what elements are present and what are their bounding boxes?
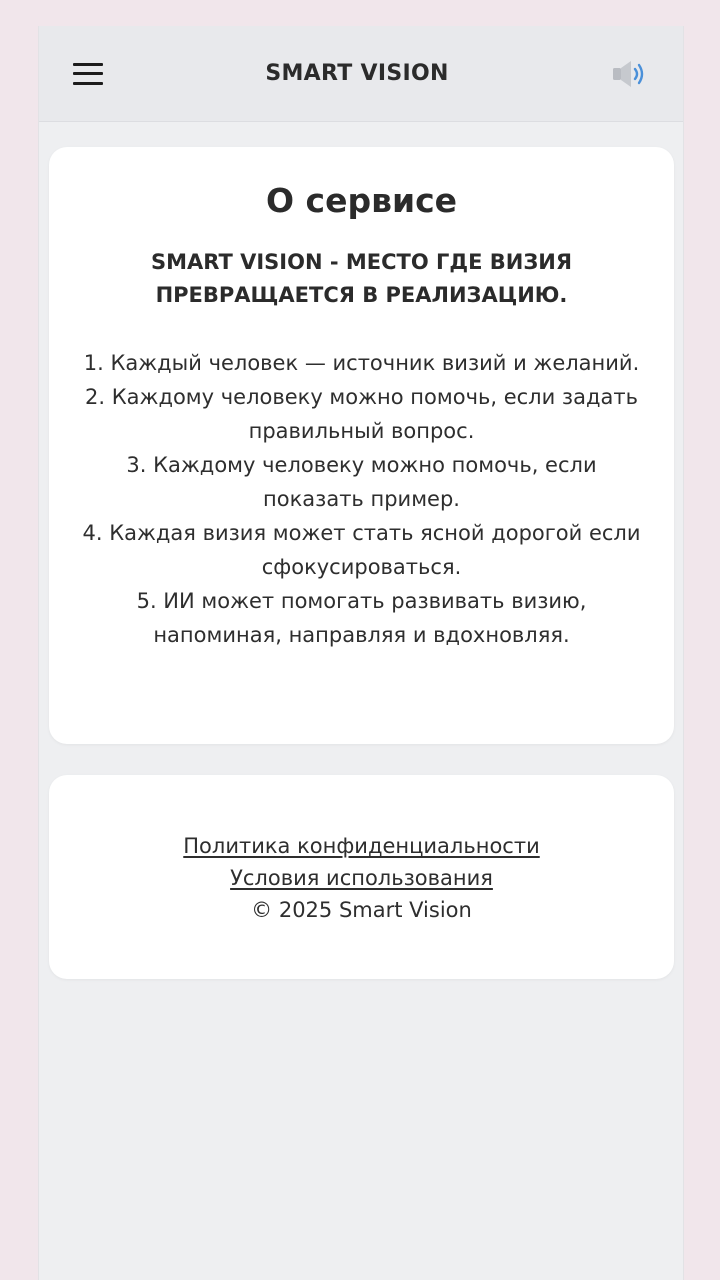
speaker-icon-graphic (613, 60, 644, 87)
privacy-policy-link[interactable]: Политика конфиденциальности (49, 830, 674, 862)
menu-line (73, 72, 103, 75)
list-item: 2. Каждому человеку можно помочь, если з… (85, 385, 638, 443)
menu-line (73, 81, 103, 85)
list-item: 1. Каждый человек — источник визий и жел… (83, 351, 640, 375)
footer-card: Политика конфиденциальности Условия испо… (49, 775, 674, 979)
menu-line (73, 62, 103, 66)
terms-of-use-link[interactable]: Условия использования (49, 862, 674, 894)
about-card: О сервисе SMART VISION - МЕСТО ГДЕ ВИЗИЯ… (49, 147, 674, 744)
principles-list: 1. Каждый человек — источник визий и жел… (79, 346, 644, 652)
speaker-icon[interactable] (611, 58, 649, 90)
app-container: SMART VISION О сервисе SMART VISION - МЕ… (38, 26, 684, 1280)
hamburger-menu-icon[interactable] (73, 59, 103, 89)
app-title: SMART VISION (265, 61, 449, 86)
list-item: 3. Каждому человеку можно помочь, если п… (126, 453, 597, 511)
about-tagline: SMART VISION - МЕСТО ГДЕ ВИЗИЯ ПРЕВРАЩАЕ… (150, 250, 573, 307)
list-item: 4. Каждая визия может стать ясной дорого… (82, 521, 641, 579)
copyright-text: © 2025 Smart Vision (251, 898, 472, 922)
top-bar: SMART VISION (39, 26, 683, 122)
page-title: О сервисе (265, 181, 458, 220)
list-item: 5. ИИ может помогать развивать визию, на… (136, 589, 587, 647)
